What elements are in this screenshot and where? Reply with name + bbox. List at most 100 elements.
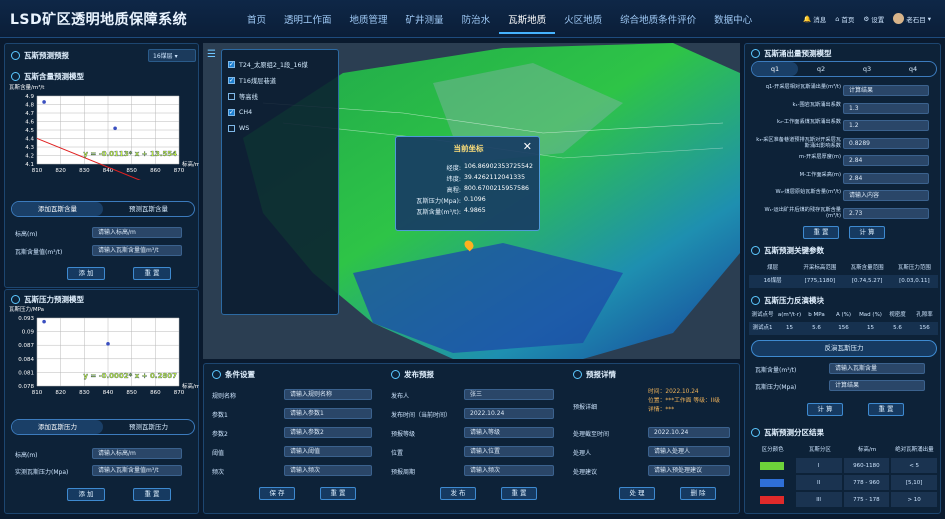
form-label: 预报等级 bbox=[391, 431, 416, 438]
param-input[interactable]: 1.3 bbox=[843, 102, 929, 114]
param-input[interactable]: 2.84 bbox=[843, 172, 929, 184]
form-input[interactable]: 请输入等级 bbox=[464, 427, 554, 438]
layer-item[interactable]: ✓ T24_太原组2_1段_16煤 bbox=[228, 58, 332, 71]
tab-add-content[interactable]: 添加瓦斯含量 bbox=[12, 202, 103, 216]
nav-tab[interactable]: 透明工作面 bbox=[275, 12, 341, 34]
layer-item[interactable]: ✓ CH4 bbox=[228, 106, 332, 119]
layer-item[interactable]: WS bbox=[228, 122, 332, 135]
popup-value: 39.4262112041335 bbox=[464, 174, 526, 181]
reverse-table: 测试点号 a(m³/t·r) b MPa A (%) Mad (%) 视密度 孔隙率 测试点1… bbox=[749, 309, 938, 335]
settings-button[interactable]: ⚙ 设置 bbox=[863, 13, 884, 24]
publish-button[interactable]: 发 布 bbox=[440, 487, 476, 500]
reset-pressure-button[interactable]: 重 置 bbox=[133, 488, 171, 501]
home-button[interactable]: ⌂ 首页 bbox=[835, 13, 854, 24]
nav-tab[interactable]: 地质管理 bbox=[341, 12, 397, 34]
form-input[interactable]: 请输入阈值 bbox=[284, 446, 372, 457]
form-input[interactable]: 请输入处理人 bbox=[648, 446, 730, 457]
process-button[interactable]: 处 理 bbox=[619, 487, 655, 500]
form2-label-pressure: 实测瓦斯压力(Mpa) bbox=[15, 469, 69, 476]
tab-predict-content[interactable]: 预测瓦斯含量 bbox=[103, 202, 194, 216]
map-menu-icon[interactable]: ☰ bbox=[207, 50, 219, 61]
param-input[interactable]: 1.2 bbox=[843, 120, 929, 131]
nav-tab[interactable]: 火区地质 bbox=[555, 12, 611, 34]
nav-tab[interactable]: 瓦斯地质 bbox=[499, 12, 556, 34]
tab-q4[interactable]: q4 bbox=[890, 62, 936, 76]
save-button[interactable]: 保 存 bbox=[259, 487, 295, 500]
form-input[interactable]: 请输入频次 bbox=[464, 465, 554, 476]
x-tick-label: 830 bbox=[79, 168, 90, 174]
x-tick-label: 860 bbox=[150, 390, 161, 396]
close-icon[interactable]: ✕ bbox=[523, 140, 532, 153]
nav-tab[interactable]: 首页 bbox=[238, 12, 275, 34]
form-input[interactable]: 2022.10.24 bbox=[464, 408, 554, 419]
table-header-cell: 标高/m bbox=[858, 447, 877, 453]
form-input[interactable]: 请输入位置 bbox=[464, 446, 554, 457]
reset-content-button[interactable]: 重 置 bbox=[133, 267, 171, 280]
nav-tab[interactable]: 综合地质条件评价 bbox=[611, 12, 705, 34]
form-label: 位置 bbox=[391, 450, 404, 457]
param-input[interactable]: 计算结果 bbox=[843, 85, 929, 96]
reset-emission-button[interactable]: 重 置 bbox=[803, 226, 839, 239]
layer-checkbox[interactable]: ✓ bbox=[228, 109, 235, 116]
calculate-reverse-button[interactable]: 计 算 bbox=[807, 403, 843, 416]
measured-pressure-input[interactable]: 请输入瓦斯含量值m³/t bbox=[92, 465, 182, 476]
form-label: 发布时间（当前时间） bbox=[391, 412, 452, 419]
seam-select[interactable]: 16煤层 ▾ bbox=[148, 49, 196, 62]
fit-formula: y = -0.0002* x + 0.2807 bbox=[83, 372, 177, 380]
tab-predict-pressure[interactable]: 预测瓦斯压力 bbox=[103, 420, 194, 434]
tab-q1[interactable]: q1 bbox=[752, 62, 798, 76]
circle-icon bbox=[11, 51, 20, 60]
elevation-input[interactable]: 请输入标高/m bbox=[92, 227, 182, 238]
form-input[interactable]: 请输入预处理建议 bbox=[648, 465, 730, 476]
x-tick-label: 870 bbox=[174, 168, 185, 174]
message-button[interactable]: 🔔 消息 bbox=[803, 13, 826, 24]
x-tick-label: 830 bbox=[79, 390, 90, 396]
y-tick-label: 4.9 bbox=[25, 94, 34, 100]
layer-checkbox[interactable] bbox=[228, 93, 235, 100]
nav-tab[interactable]: 数据中心 bbox=[705, 12, 761, 34]
zone-swatch bbox=[759, 461, 784, 470]
nav-tab[interactable]: 防治水 bbox=[453, 12, 500, 34]
form-label: 规则名称 bbox=[212, 393, 237, 400]
param-input[interactable]: 2.73 bbox=[843, 207, 929, 219]
tab-q3[interactable]: q3 bbox=[844, 62, 890, 76]
layer-checkbox[interactable]: ✓ bbox=[228, 61, 235, 68]
form-input[interactable]: 请输入参数2 bbox=[284, 427, 372, 438]
form-input[interactable]: 请输入频次 bbox=[284, 465, 372, 476]
param-label: m-开采层厚度(m) bbox=[799, 154, 841, 160]
user-menu[interactable]: 老石目 ▾ bbox=[893, 13, 931, 24]
delete-button[interactable]: 删 除 bbox=[680, 487, 716, 500]
form-input[interactable]: 计算结果 bbox=[829, 380, 925, 391]
reverse-pressure-button[interactable]: 反演瓦斯压力 bbox=[751, 340, 937, 357]
zone-color-cell bbox=[749, 491, 795, 508]
form-input[interactable]: 请输入参数1 bbox=[284, 408, 372, 419]
layer-item[interactable]: 等高线 bbox=[228, 90, 332, 103]
reset-reverse-button[interactable]: 重 置 bbox=[868, 403, 904, 416]
tab-q2[interactable]: q2 bbox=[798, 62, 844, 76]
nav-tab[interactable]: 矿井测量 bbox=[397, 12, 453, 34]
form-input[interactable]: 2022.10.24 bbox=[648, 427, 730, 438]
form-input[interactable]: 张三 bbox=[464, 389, 554, 400]
pressure-elevation-input[interactable]: 请输入标高/m bbox=[92, 448, 182, 459]
gas-content-input[interactable]: 请输入瓦斯含量值m³/t bbox=[92, 245, 182, 256]
param-input[interactable]: 0.8289 bbox=[843, 137, 929, 149]
layer-checkbox[interactable]: ✓ bbox=[228, 77, 235, 84]
param-label: W₀-煤层原始瓦斯含量(m³/t) bbox=[775, 189, 841, 195]
popup-rows: 经度: 106.86902353725542 纬度: 39.4262112041335… bbox=[402, 163, 535, 218]
popup-value: 0.1096 bbox=[464, 196, 486, 203]
param-input[interactable]: 2.84 bbox=[843, 155, 929, 166]
calculate-emission-button[interactable]: 计 算 bbox=[849, 226, 885, 239]
add-content-button[interactable]: 添 加 bbox=[67, 267, 105, 280]
param-input[interactable]: 请输入内容 bbox=[843, 190, 929, 201]
layer-checkbox[interactable] bbox=[228, 125, 235, 132]
map-view[interactable]: ☰ ✓ T24_太原组2_1段_16煤 ✓ T16煤层巷道 等高线 ✓ CH4 WS 当前坐标… bbox=[203, 43, 740, 359]
reset-condition-button[interactable]: 重 置 bbox=[320, 487, 356, 500]
circle-icon bbox=[391, 370, 400, 379]
tab-add-pressure[interactable]: 添加瓦斯压力 bbox=[12, 420, 103, 434]
layer-item[interactable]: ✓ T16煤层巷道 bbox=[228, 74, 332, 87]
add-pressure-button[interactable]: 添 加 bbox=[67, 488, 105, 501]
reset-publish-button[interactable]: 重 置 bbox=[501, 487, 537, 500]
key-params-title: 瓦斯预测关键参数 bbox=[751, 245, 824, 256]
form-input[interactable]: 请输入瓦斯含量 bbox=[829, 363, 925, 374]
form-input[interactable]: 请输入规则名称 bbox=[284, 389, 372, 400]
